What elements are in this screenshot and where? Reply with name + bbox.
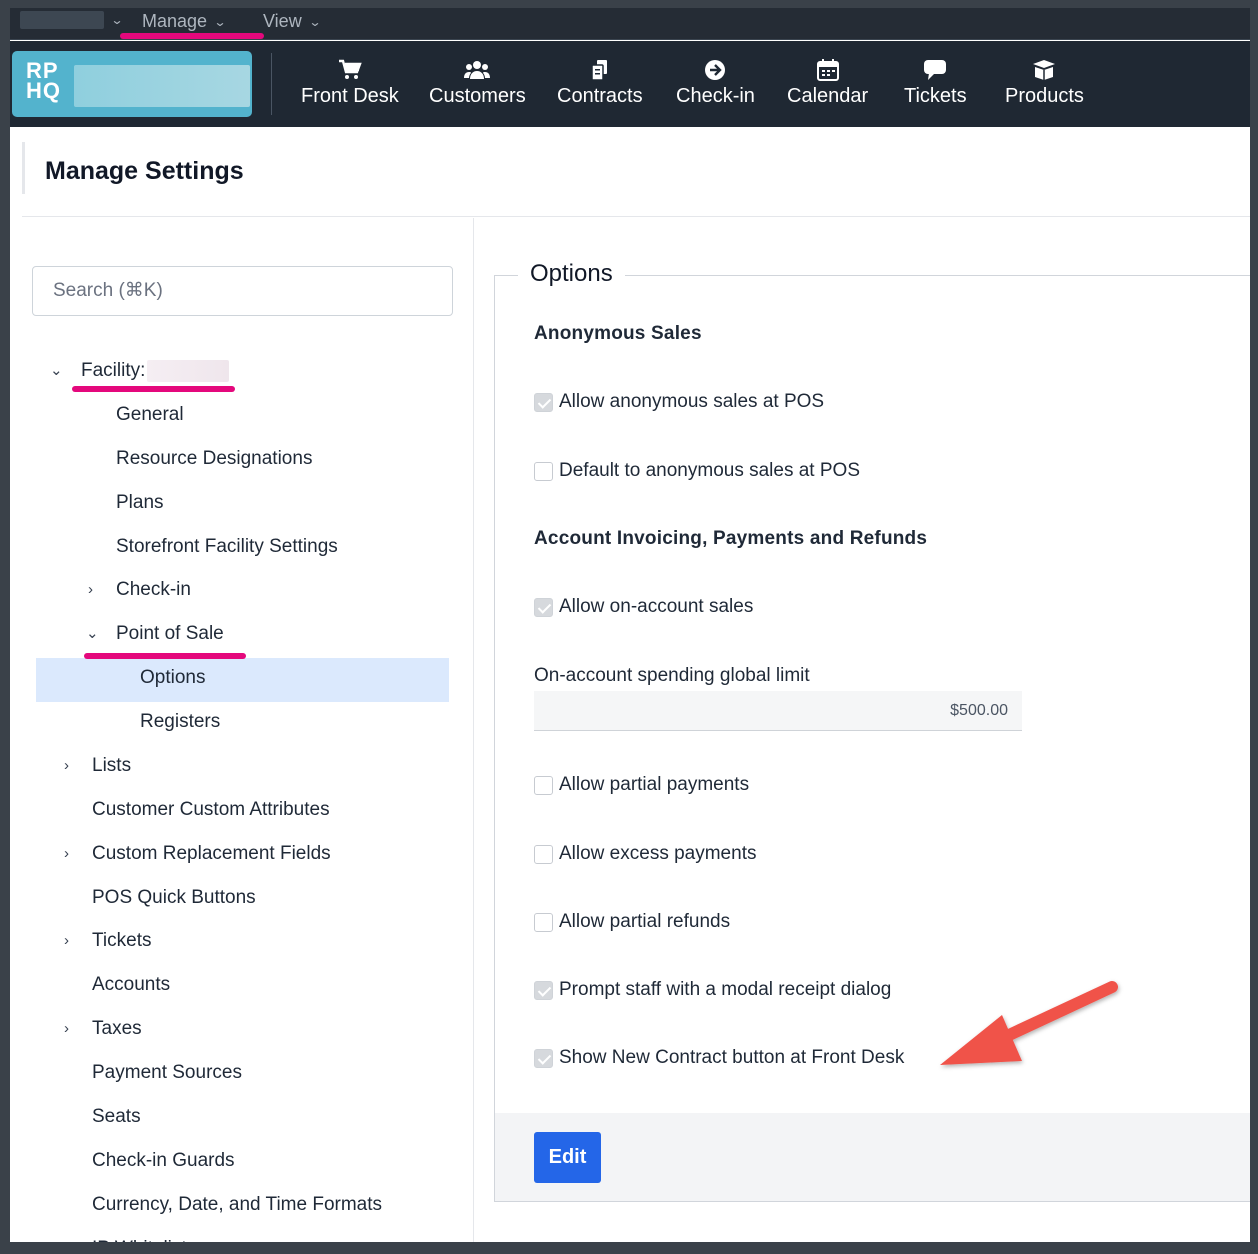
chevron-down-icon: ⌄	[308, 14, 322, 29]
tree-item-payment-sources[interactable]: Payment Sources	[92, 1058, 242, 1088]
form-footer	[495, 1113, 1250, 1201]
tree-item-storefront[interactable]: Storefront Facility Settings	[116, 532, 338, 562]
show-new-contract-checkbox[interactable]	[534, 1048, 553, 1068]
settings-sidebar: ⌄ Facility: General Resource Designation…	[22, 218, 474, 1242]
highlight-underline	[84, 653, 246, 659]
spending-limit-input[interactable]	[534, 691, 1022, 731]
cart-icon	[337, 59, 363, 81]
account-menu[interactable]: ⌄	[20, 11, 124, 29]
menu-bar: ⌄ Manage ⌄ View ⌄	[10, 8, 1250, 40]
tree-item-check-in[interactable]: › Check-in	[88, 575, 191, 605]
tree-item-customer-custom-attributes[interactable]: Customer Custom Attributes	[92, 795, 330, 825]
search-input[interactable]	[32, 266, 453, 316]
tree-item-resource-designations[interactable]: Resource Designations	[116, 444, 312, 474]
prompt-receipt-checkbox[interactable]	[534, 980, 553, 1000]
edit-button[interactable]: Edit	[534, 1132, 601, 1183]
nav-contracts[interactable]: Contracts	[557, 59, 643, 108]
tree-item-registers[interactable]: Registers	[140, 707, 220, 737]
users-icon	[464, 59, 491, 81]
facility-logo[interactable]: RP HQ	[12, 51, 252, 117]
chevron-right-icon: ›	[88, 581, 93, 598]
nav-products[interactable]: Products	[1005, 59, 1084, 108]
speech-bubble-icon	[922, 59, 948, 81]
tree-item-facility[interactable]: ⌄ Facility:	[50, 356, 230, 386]
chevron-down-icon: ⌄	[86, 625, 99, 642]
nav-divider	[271, 53, 272, 115]
section-title-account: Account Invoicing, Payments and Refunds	[534, 528, 928, 549]
nav-tickets[interactable]: Tickets	[904, 59, 967, 108]
facility-name-redacted	[74, 65, 250, 107]
app-window: ⌄ Manage ⌄ View ⌄ RP HQ Front Desk Custo…	[10, 8, 1250, 1242]
allow-excess-payments-checkbox[interactable]	[534, 844, 553, 864]
default-anonymous-checkbox-row[interactable]: Default to anonymous sales at POS	[534, 459, 860, 483]
chevron-right-icon: ›	[64, 757, 69, 774]
tree-item-check-in-guards[interactable]: Check-in Guards	[92, 1146, 235, 1176]
documents-icon	[587, 59, 613, 81]
page-header: Manage Settings	[22, 127, 1250, 217]
default-anonymous-checkbox[interactable]	[534, 461, 553, 481]
manage-menu-label: Manage	[142, 11, 208, 31]
allow-partial-refunds-checkbox-row[interactable]: Allow partial refunds	[534, 910, 730, 934]
tree-item-pos-quick-buttons[interactable]: POS Quick Buttons	[92, 883, 256, 913]
view-menu[interactable]: View ⌄	[263, 11, 322, 32]
tree-item-taxes[interactable]: › Taxes	[64, 1014, 142, 1044]
allow-excess-payments-checkbox-row[interactable]: Allow excess payments	[534, 842, 756, 866]
chevron-right-icon: ›	[64, 1020, 69, 1037]
chevron-down-icon: ⌄	[50, 362, 63, 379]
tree-item-tickets[interactable]: › Tickets	[64, 926, 151, 956]
box-icon	[1031, 59, 1057, 81]
options-legend: Options	[518, 260, 625, 288]
spending-limit-label: On-account spending global limit	[534, 665, 810, 686]
chevron-right-icon: ›	[64, 845, 69, 862]
prompt-receipt-checkbox-row[interactable]: Prompt staff with a modal receipt dialog	[534, 978, 891, 1002]
chevron-right-icon: ›	[64, 932, 69, 949]
highlight-underline	[72, 386, 235, 392]
arrow-circle-icon	[702, 59, 728, 81]
show-new-contract-checkbox-row[interactable]: Show New Contract button at Front Desk	[534, 1046, 904, 1070]
nav-check-in[interactable]: Check-in	[676, 59, 755, 108]
nav-front-desk[interactable]: Front Desk	[301, 59, 399, 108]
tree-item-formats[interactable]: Currency, Date, and Time Formats	[92, 1190, 382, 1220]
allow-partial-payments-checkbox[interactable]	[534, 775, 553, 795]
allow-partial-payments-checkbox-row[interactable]: Allow partial payments	[534, 773, 749, 797]
tree-item-custom-replacement-fields[interactable]: › Custom Replacement Fields	[64, 839, 331, 869]
allow-on-account-checkbox-row[interactable]: Allow on-account sales	[534, 595, 753, 619]
section-title-anonymous: Anonymous Sales	[534, 323, 702, 344]
highlight-underline	[120, 33, 264, 39]
main-nav: RP HQ Front Desk Customers Contracts Che…	[10, 41, 1250, 127]
view-menu-label: View	[263, 11, 302, 31]
allow-anonymous-checkbox-row[interactable]: Allow anonymous sales at POS	[534, 390, 824, 414]
logo-text: RP HQ	[26, 58, 61, 103]
nav-calendar[interactable]: Calendar	[787, 59, 868, 108]
allow-anonymous-checkbox[interactable]	[534, 392, 553, 412]
tree-item-general[interactable]: General	[116, 400, 184, 430]
page-title: Manage Settings	[45, 157, 244, 185]
selected-highlight	[36, 658, 449, 702]
facility-name-redacted	[147, 359, 230, 382]
tree-item-ip-whitelist[interactable]: IP Whitelist	[92, 1234, 187, 1242]
allow-partial-refunds-checkbox[interactable]	[534, 912, 553, 932]
tree-item-seats[interactable]: Seats	[92, 1102, 141, 1132]
header-accent	[22, 142, 25, 194]
calendar-icon	[815, 59, 841, 81]
manage-menu[interactable]: Manage ⌄	[142, 11, 227, 32]
chevron-down-icon: ⌄	[110, 13, 124, 27]
allow-on-account-checkbox[interactable]	[534, 597, 553, 617]
chevron-down-icon: ⌄	[213, 14, 227, 29]
tree-item-plans[interactable]: Plans	[116, 488, 164, 518]
account-name-redacted	[20, 11, 104, 29]
tree-item-point-of-sale[interactable]: ⌄ Point of Sale	[86, 619, 224, 649]
tree-item-lists[interactable]: › Lists	[64, 751, 131, 781]
tree-item-options[interactable]: Options	[140, 663, 205, 693]
tree-item-accounts[interactable]: Accounts	[92, 970, 170, 1000]
annotation-arrow-icon	[940, 981, 1118, 1065]
nav-customers[interactable]: Customers	[429, 59, 526, 108]
